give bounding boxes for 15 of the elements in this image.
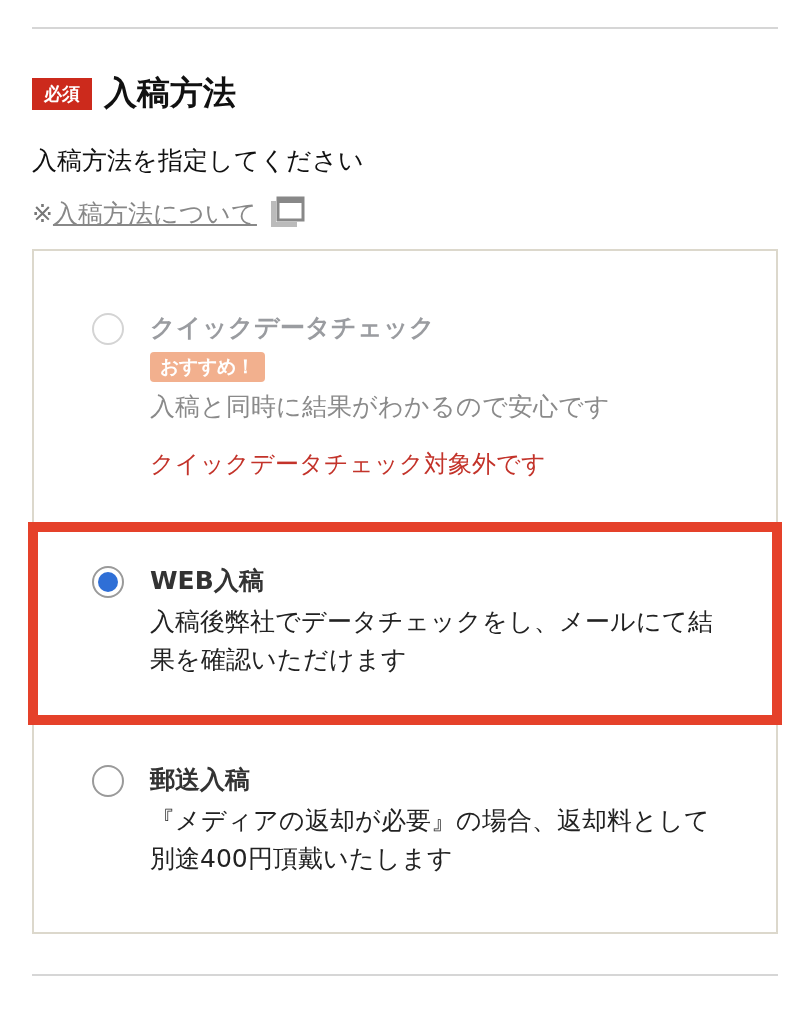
required-badge: 必須	[32, 77, 92, 110]
help-link[interactable]: 入稿方法について	[52, 196, 257, 230]
option-description: 『メディアの返却が必要』の場合、返却料として別途400円頂戴いたします	[150, 805, 711, 875]
option-title: WEB入稿	[150, 565, 264, 597]
option-description: 入稿と同時に結果がわかるので安心です	[150, 391, 610, 423]
warning-text: クイックデータチェック対象外です	[150, 449, 546, 480]
option-title: クイックデータチェック	[150, 312, 435, 344]
recommend-badge: おすすめ！	[150, 352, 265, 382]
radio-button[interactable]	[92, 765, 124, 797]
note-mark: ※	[32, 198, 53, 228]
radio-button[interactable]	[92, 566, 124, 598]
option-title: 郵送入稿	[150, 764, 250, 796]
section-title: 入稿方法	[104, 72, 236, 114]
instruction-text: 入稿方法を指定してください	[32, 145, 365, 177]
option-description: 入稿後弊社でデータチェックをし、メールにて結果を確認いただけます	[150, 606, 714, 676]
